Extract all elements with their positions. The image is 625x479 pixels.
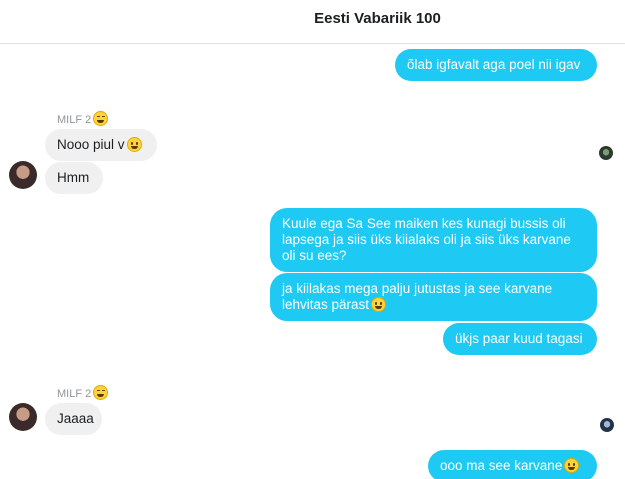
- message-text: õlab igfavalt aga poel nii igav: [407, 57, 581, 72]
- incoming-message[interactable]: Hmm: [45, 162, 103, 194]
- contact-avatar[interactable]: [9, 161, 37, 189]
- conversation-header: Eesti Vabariik 100: [0, 0, 625, 44]
- contact-avatar[interactable]: [9, 403, 37, 431]
- conversation-title[interactable]: Eesti Vabariik 100: [0, 10, 625, 27]
- outgoing-message[interactable]: ooo ma see karvane: [428, 450, 597, 479]
- sender-name: MILF 2: [57, 385, 109, 400]
- message-text: Nooo piul v: [57, 137, 125, 152]
- read-receipt-avatar: [600, 418, 614, 432]
- outgoing-message[interactable]: ükjs paar kuud tagasi: [443, 323, 597, 355]
- grinning-face-icon: [564, 458, 580, 473]
- sender-name: MILF 2: [57, 111, 109, 126]
- sender-name-text: MILF 2: [57, 114, 92, 126]
- outgoing-message[interactable]: õlab igfavalt aga poel nii igav: [395, 49, 597, 81]
- sender-name-text: MILF 2: [57, 388, 92, 400]
- face-with-tears-of-joy-icon: [93, 111, 109, 126]
- message-text: ükjs paar kuud tagasi: [455, 331, 583, 346]
- outgoing-message[interactable]: ja kiilakas mega palju jutustas ja see k…: [270, 273, 597, 321]
- message-text: ooo ma see karvane: [440, 458, 563, 473]
- message-text: Hmm: [57, 170, 90, 185]
- message-text: Jaaaa: [57, 411, 94, 426]
- incoming-message[interactable]: Nooo piul v: [45, 129, 157, 161]
- message-text: ja kiilakas mega palju jutustas ja see k…: [282, 281, 553, 312]
- grinning-face-icon: [371, 297, 387, 312]
- outgoing-message[interactable]: Kuule ega Sa See maiken kes kunagi bussi…: [270, 208, 597, 272]
- read-receipt-avatar: [599, 146, 613, 160]
- face-with-tears-of-joy-icon: [93, 385, 109, 400]
- message-text: Kuule ega Sa See maiken kes kunagi bussi…: [282, 216, 571, 263]
- incoming-message[interactable]: Jaaaa: [45, 403, 102, 435]
- grinning-face-icon: [126, 137, 142, 152]
